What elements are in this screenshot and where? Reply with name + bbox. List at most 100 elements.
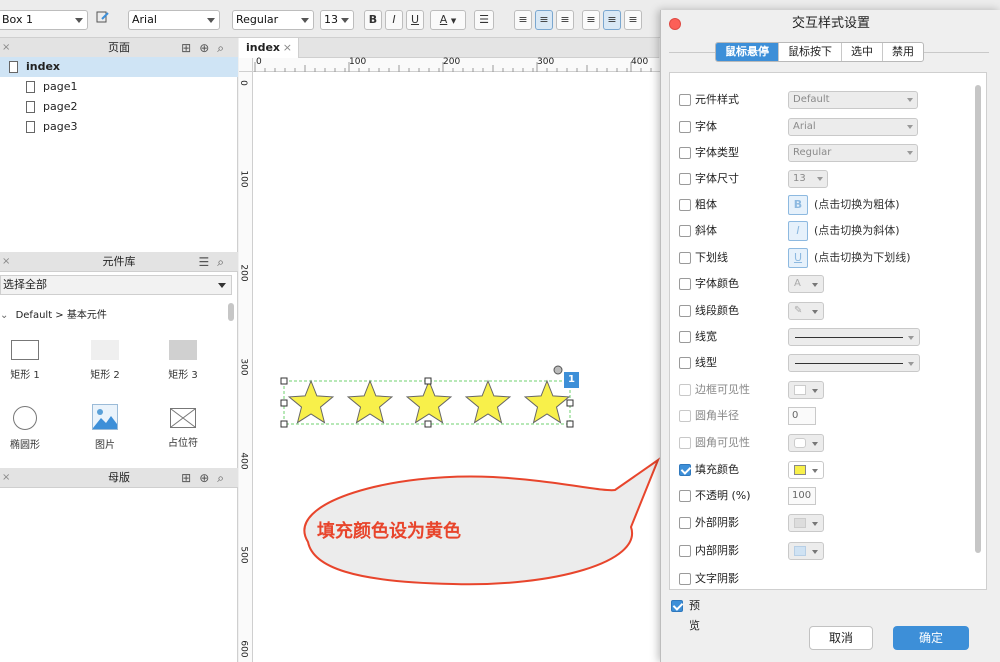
- corner-visibility-checkbox[interactable]: [679, 437, 691, 449]
- font-size-dropdown[interactable]: 13: [320, 10, 354, 30]
- page-item-index[interactable]: index: [0, 57, 238, 77]
- border-visibility-checkbox[interactable]: [679, 384, 691, 396]
- font-style-select[interactable]: Regular: [788, 144, 918, 162]
- tab-index[interactable]: index ×: [239, 38, 299, 58]
- font-family-dropdown[interactable]: Arial: [128, 10, 220, 30]
- tab-mouse-down[interactable]: 鼠标按下: [779, 43, 842, 61]
- line-color-checkbox[interactable]: [679, 305, 691, 317]
- close-icon[interactable]: ×: [2, 252, 10, 272]
- outer-shadow-picker[interactable]: [788, 514, 824, 532]
- bold-toggle[interactable]: B: [788, 195, 808, 215]
- tab-mouse-hover[interactable]: 鼠标悬停: [716, 43, 779, 61]
- interaction-badge[interactable]: 1: [564, 372, 579, 388]
- search-icon[interactable]: ⌕: [217, 471, 232, 485]
- page-item-page3[interactable]: page3: [0, 117, 238, 137]
- opacity-checkbox[interactable]: [679, 490, 691, 502]
- bold-checkbox[interactable]: [679, 199, 691, 211]
- chevron-down-icon: [907, 151, 913, 155]
- align-left-icon[interactable]: ≡: [514, 10, 532, 30]
- inner-shadow-picker[interactable]: [788, 542, 824, 560]
- line-width-checkbox[interactable]: [679, 331, 691, 343]
- add-page-icon[interactable]: ⊞: [181, 41, 199, 55]
- widget-placeholder[interactable]: 占位符: [153, 408, 213, 449]
- align-bottom-icon[interactable]: ≡: [624, 10, 642, 30]
- widget-rectangle-1[interactable]: 矩形 1: [0, 340, 55, 381]
- options-scrollbar[interactable]: [975, 85, 981, 553]
- style-options-list: 元件样式 Default 字体 Arial 字体类型 Regular 字体尺寸 …: [669, 72, 987, 590]
- cancel-button[interactable]: 取消: [809, 626, 873, 650]
- bold-button[interactable]: B: [364, 10, 382, 30]
- design-canvas[interactable]: 1 填充颜色设为黄色: [253, 72, 663, 662]
- close-icon[interactable]: ×: [2, 38, 10, 58]
- corner-radius-checkbox[interactable]: [679, 410, 691, 422]
- align-top-icon[interactable]: ≡: [582, 10, 600, 30]
- font-size-select[interactable]: 13: [788, 170, 828, 188]
- font-checkbox[interactable]: [679, 121, 691, 133]
- library-group-header[interactable]: ⌄ Default > 基本元件: [0, 306, 107, 321]
- ellipse-icon: [13, 406, 37, 430]
- row-bold: 粗体 B (点击切换为粗体): [670, 195, 970, 215]
- opacity-input[interactable]: 100: [788, 487, 816, 505]
- widget-style-select[interactable]: Default: [788, 91, 918, 109]
- line-color-picker[interactable]: ✎: [788, 302, 824, 320]
- italic-button[interactable]: I: [385, 10, 403, 30]
- resize-handle: [280, 377, 288, 385]
- chevron-down-icon: [812, 283, 818, 287]
- line-preview: [795, 337, 903, 338]
- underline-button[interactable]: U: [406, 10, 424, 30]
- widget-ellipse[interactable]: 椭圆形: [0, 406, 55, 451]
- add-master-icon[interactable]: ⊞: [181, 471, 199, 485]
- font-select[interactable]: Arial: [788, 118, 918, 136]
- font-size-checkbox[interactable]: [679, 173, 691, 185]
- underline-toggle[interactable]: U: [788, 248, 808, 268]
- align-right-icon[interactable]: ≡: [556, 10, 574, 30]
- edit-style-icon[interactable]: [94, 10, 112, 30]
- corner-visibility-picker[interactable]: [788, 434, 824, 452]
- tab-selected[interactable]: 选中: [842, 43, 883, 61]
- tab-disabled[interactable]: 禁用: [883, 43, 923, 61]
- add-folder-icon[interactable]: ⊕: [199, 41, 217, 55]
- align-middle-icon[interactable]: ≡: [603, 10, 621, 30]
- widget-style-checkbox[interactable]: [679, 94, 691, 106]
- search-icon[interactable]: ⌕: [217, 41, 232, 55]
- fill-color-picker[interactable]: [788, 461, 824, 479]
- font-style-checkbox[interactable]: [679, 147, 691, 159]
- border-visibility-picker[interactable]: [788, 381, 824, 399]
- line-style-select[interactable]: [788, 354, 920, 372]
- italic-toggle[interactable]: I: [788, 221, 808, 241]
- element-name-value: Box 1: [2, 13, 33, 26]
- menu-icon[interactable]: ☰: [199, 255, 218, 269]
- italic-checkbox[interactable]: [679, 225, 691, 237]
- font-color-checkbox[interactable]: [679, 278, 691, 290]
- page-item-page2[interactable]: page2: [0, 97, 238, 117]
- library-filter-dropdown[interactable]: 选择全部: [0, 275, 232, 295]
- widget-image[interactable]: 图片: [75, 404, 135, 451]
- font-color-button[interactable]: A ▼: [430, 10, 466, 30]
- element-name-dropdown[interactable]: Box 1: [0, 10, 88, 30]
- text-shadow-checkbox[interactable]: [679, 573, 691, 585]
- font-color-picker[interactable]: A: [788, 275, 824, 293]
- fill-color-checkbox[interactable]: [679, 464, 691, 476]
- row-inner-shadow: 内部阴影: [670, 541, 970, 561]
- widget-rectangle-3[interactable]: 矩形 3: [153, 340, 213, 381]
- close-icon[interactable]: ×: [283, 38, 292, 58]
- library-scrollbar[interactable]: [228, 303, 234, 321]
- line-width-select[interactable]: [788, 328, 920, 346]
- align-center-icon[interactable]: ≡: [535, 10, 553, 30]
- line-style-checkbox[interactable]: [679, 357, 691, 369]
- search-icon[interactable]: ⌕: [217, 255, 232, 269]
- bullet-list-icon[interactable]: ☰: [474, 10, 494, 30]
- corner-radius-input[interactable]: 0: [788, 407, 816, 425]
- page-item-page1[interactable]: page1: [0, 77, 238, 97]
- close-icon[interactable]: ×: [2, 468, 10, 488]
- widget-label: 图片: [95, 440, 115, 451]
- font-style-dropdown[interactable]: Regular: [232, 10, 314, 30]
- outer-shadow-checkbox[interactable]: [679, 517, 691, 529]
- inner-shadow-checkbox[interactable]: [679, 545, 691, 557]
- preview-checkbox[interactable]: [671, 600, 683, 612]
- widget-rectangle-2[interactable]: 矩形 2: [75, 340, 135, 381]
- ok-button[interactable]: 确定: [893, 626, 969, 650]
- add-folder-icon[interactable]: ⊕: [199, 471, 217, 485]
- underline-checkbox[interactable]: [679, 252, 691, 264]
- library-panel-header: × 元件库 ☰⌕: [0, 252, 238, 272]
